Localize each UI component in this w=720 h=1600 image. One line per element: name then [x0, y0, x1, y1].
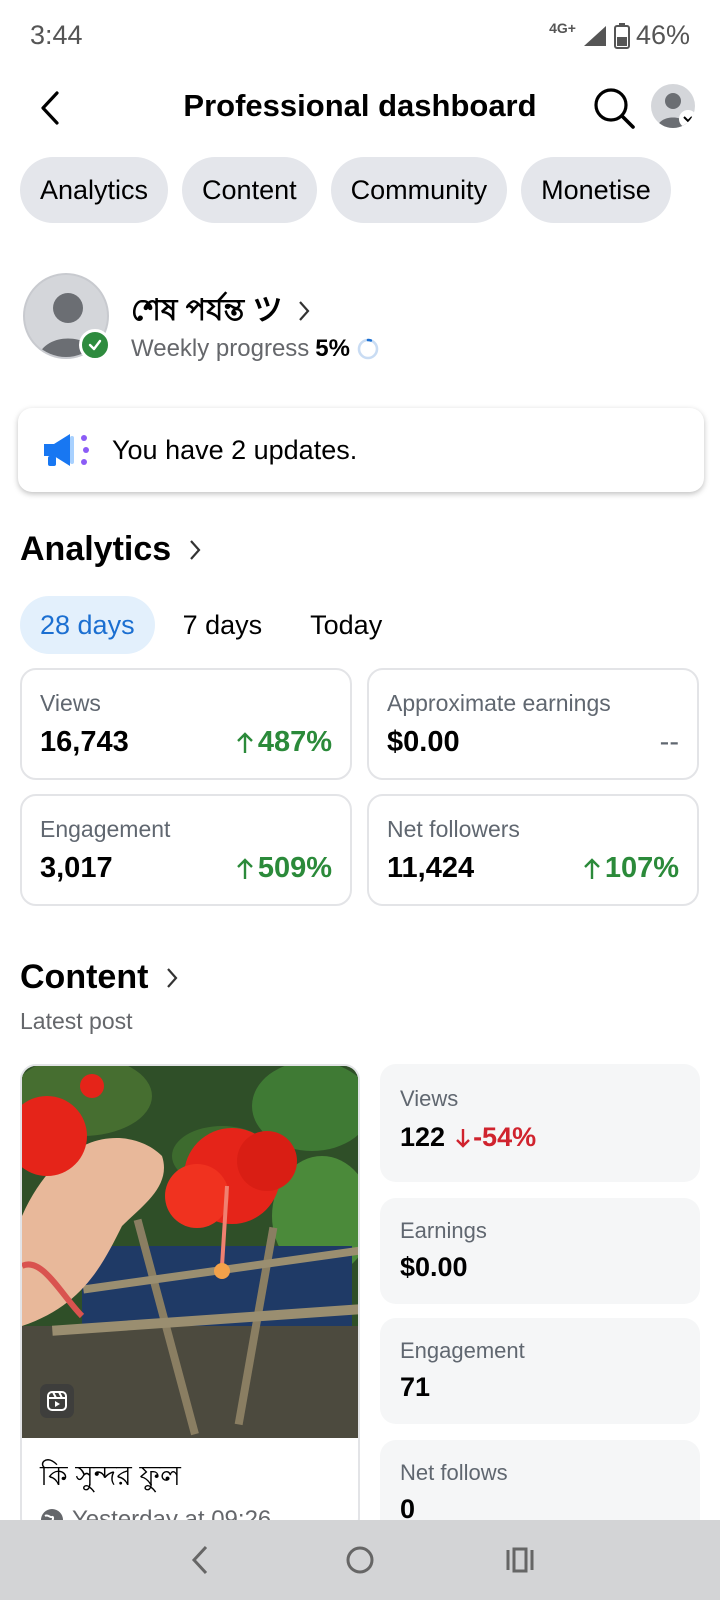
- metric-label: Views: [400, 1086, 459, 1111]
- stat-value: 3,017: [40, 852, 113, 884]
- analytics-section-title[interactable]: Analytics: [20, 530, 201, 569]
- latest-post-card[interactable]: কি সুন্দর ফুল Yesterday at 09:26: [20, 1064, 360, 1534]
- chevron-down-icon: [679, 110, 695, 128]
- arrow-up-icon: [583, 857, 600, 879]
- metric-views[interactable]: Views 122 -54%: [380, 1064, 700, 1182]
- metric-label: Earnings: [400, 1218, 487, 1243]
- battery-percent: 46%: [635, 20, 690, 50]
- analytics-title: Analytics: [20, 530, 172, 568]
- chevron-right-icon: [190, 539, 201, 560]
- stat-change: 487%: [236, 726, 332, 759]
- verified-icon: [79, 329, 111, 361]
- date-range-tabs: 28 days 7 days Today: [20, 596, 402, 654]
- tab-analytics[interactable]: Analytics: [20, 157, 169, 223]
- latest-post-label: Latest post: [20, 1008, 133, 1034]
- post-caption: কি সুন্দর ফুল: [40, 1460, 181, 1491]
- system-nav-bar: [0, 1520, 720, 1600]
- header: Professional dashboard: [0, 72, 720, 146]
- status-bar: 3:44 4G+ 46%: [0, 0, 720, 72]
- nav-back-button[interactable]: [170, 1530, 230, 1590]
- signal-icon: [583, 25, 606, 46]
- tab-monetise[interactable]: Monetise: [521, 157, 671, 223]
- stat-change: 107%: [583, 852, 679, 885]
- updates-text: You have 2 updates.: [112, 434, 358, 465]
- progress-ring-icon: [357, 338, 379, 360]
- nav-recents-button[interactable]: [490, 1530, 550, 1590]
- stat-label: Views: [40, 690, 101, 716]
- metric-value: 122 -54%: [400, 1122, 537, 1153]
- stat-card-earnings[interactable]: Approximate earnings $0.00 --: [367, 668, 699, 780]
- stat-card-views[interactable]: Views 16,743 487%: [20, 668, 352, 780]
- profile-name-text: শেষ পর্যন্ত ツ: [131, 294, 283, 327]
- tab-content[interactable]: Content: [182, 157, 317, 223]
- search-button[interactable]: [590, 84, 638, 132]
- nav-home-icon: [346, 1546, 374, 1574]
- status-icons: 4G+ 46%: [549, 20, 690, 51]
- metric-label: Engagement: [400, 1338, 525, 1363]
- range-today[interactable]: Today: [290, 596, 402, 654]
- profile-name: শেষ পর্যন্ত ツ: [131, 285, 310, 337]
- profile-summary[interactable]: শেষ পর্যন্ত ツ Weekly progress 5%: [23, 273, 703, 363]
- metric-value: 71: [400, 1372, 431, 1402]
- weekly-progress: Weekly progress 5%: [131, 335, 380, 363]
- metric-label: Net follows: [400, 1460, 508, 1485]
- chevron-right-icon: [167, 967, 178, 988]
- stat-value: 16,743: [40, 726, 129, 758]
- tab-community[interactable]: Community: [330, 157, 508, 223]
- megaphone-icon: [44, 434, 89, 466]
- range-7-days[interactable]: 7 days: [163, 596, 283, 654]
- nav-home-button[interactable]: [330, 1530, 390, 1590]
- weekly-progress-value: 5%: [315, 335, 350, 362]
- nav-recents-icon: [506, 1547, 534, 1573]
- stat-label: Approximate earnings: [387, 690, 611, 716]
- stat-label: Net followers: [387, 816, 520, 842]
- metric-change: -54%: [455, 1122, 536, 1153]
- stat-card-net-followers[interactable]: Net followers 11,424 107%: [367, 794, 699, 906]
- range-28-days[interactable]: 28 days: [20, 596, 155, 654]
- stat-card-engagement[interactable]: Engagement 3,017 509%: [20, 794, 352, 906]
- battery-icon: [613, 22, 630, 49]
- stat-change: --: [659, 726, 679, 758]
- arrow-up-icon: [236, 731, 253, 753]
- stat-value: 11,424: [387, 852, 475, 884]
- status-time: 3:44: [30, 20, 83, 50]
- stat-value: $0.00: [387, 726, 460, 758]
- metric-engagement[interactable]: Engagement 71: [380, 1318, 700, 1424]
- profile-switcher-button[interactable]: [651, 84, 695, 128]
- network-label: 4G+: [549, 19, 576, 36]
- weekly-progress-label: Weekly progress: [131, 335, 310, 362]
- search-icon: [594, 88, 635, 129]
- reel-icon: [40, 1384, 74, 1418]
- stat-label: Engagement: [40, 816, 171, 842]
- post-thumbnail: [22, 1066, 358, 1438]
- arrow-down-icon: [456, 1128, 470, 1148]
- section-tabs: Analytics Content Community Monetise: [20, 157, 671, 223]
- content-title: Content: [20, 958, 149, 996]
- stat-change: 509%: [236, 852, 332, 885]
- updates-card[interactable]: You have 2 updates.: [18, 408, 704, 492]
- content-section-title[interactable]: Content: [20, 958, 178, 997]
- nav-back-icon: [191, 1545, 208, 1575]
- arrow-up-icon: [236, 857, 253, 879]
- metric-earnings[interactable]: Earnings $0.00: [380, 1198, 700, 1304]
- metric-value: $0.00: [400, 1252, 468, 1282]
- chevron-right-icon: [299, 301, 310, 321]
